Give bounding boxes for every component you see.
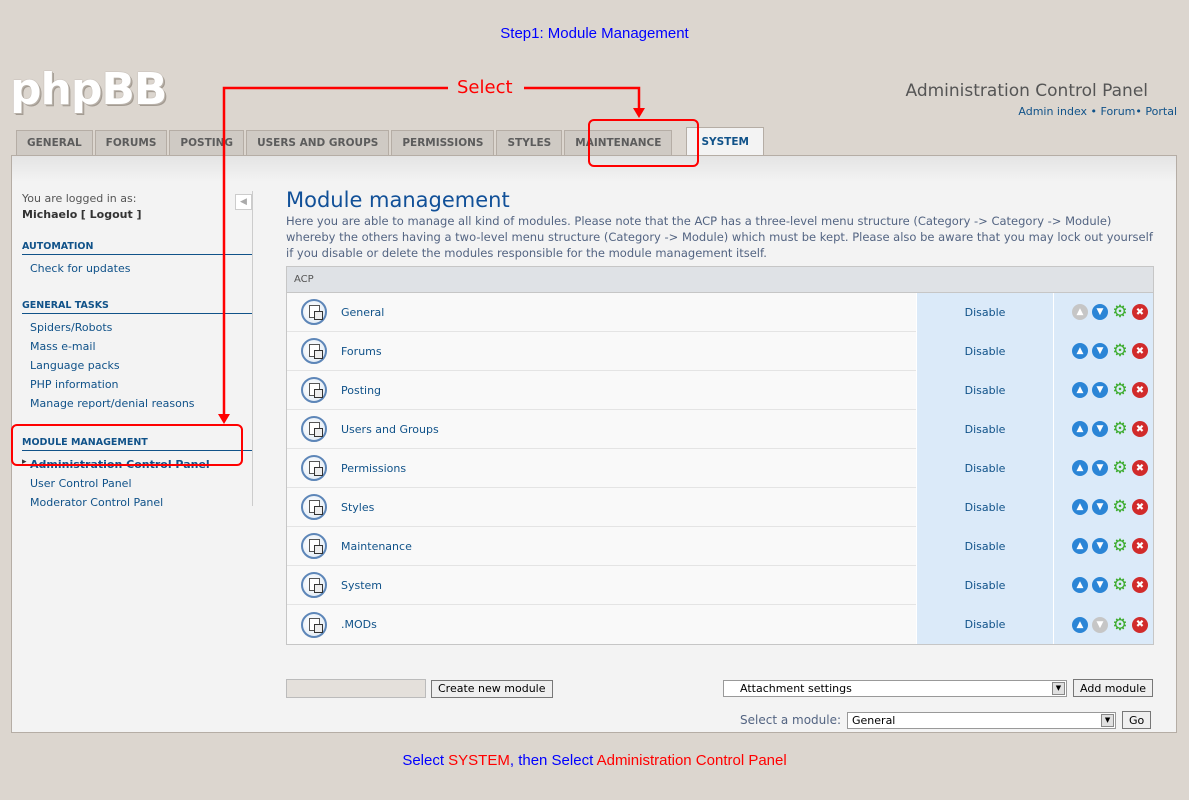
caption-part4: Administration Control Panel bbox=[596, 752, 787, 769]
caption-part2: SYSTEM bbox=[448, 752, 510, 769]
instruction-caption: Select SYSTEM, then Select Administratio… bbox=[0, 752, 1189, 769]
caption-part1: Select bbox=[402, 752, 449, 769]
select-annotation-label: Select bbox=[457, 77, 513, 98]
caption-part3: , then Select bbox=[509, 752, 597, 769]
annotation-arrows bbox=[218, 86, 645, 424]
